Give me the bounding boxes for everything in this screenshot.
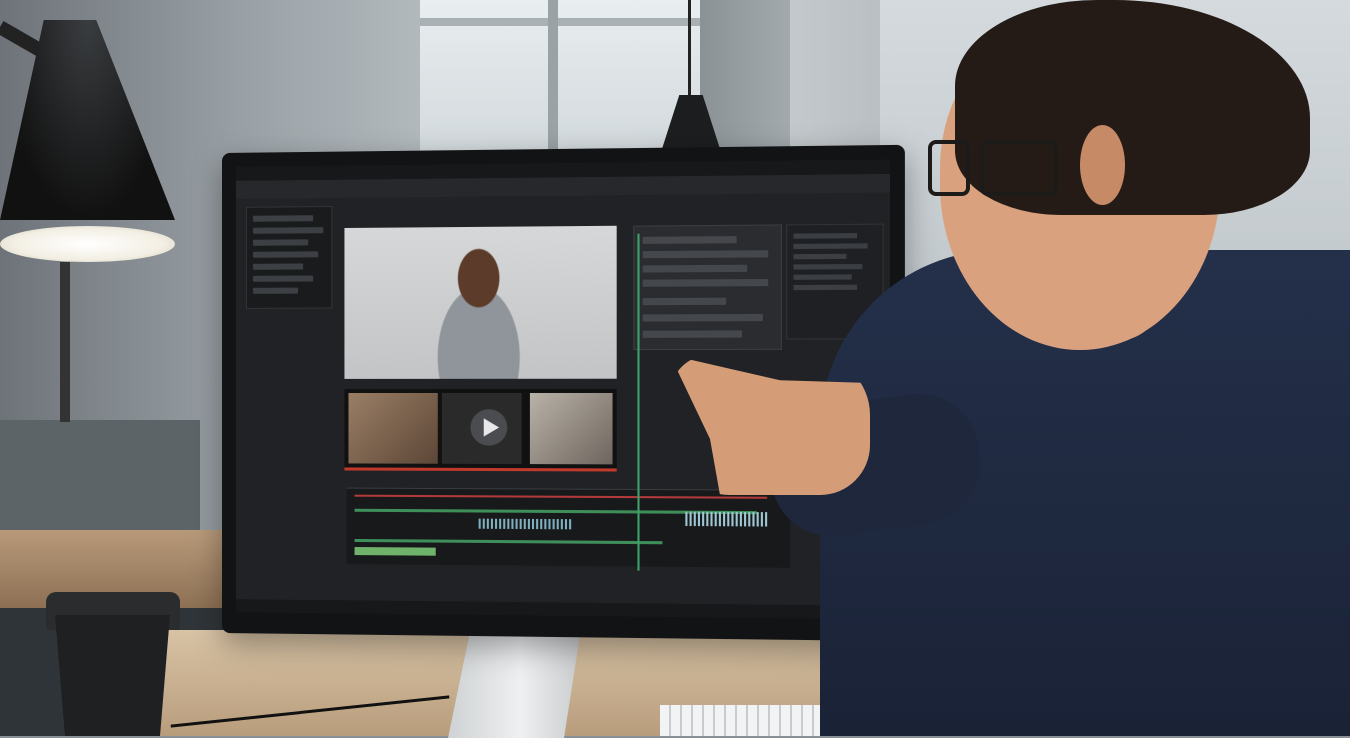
audio-waveform — [685, 511, 770, 527]
inspector-row — [642, 278, 769, 287]
audio-waveform — [478, 518, 572, 530]
timeline-track — [354, 494, 768, 499]
lamp-light — [0, 226, 175, 262]
list-item — [793, 264, 863, 270]
inspector-row — [642, 264, 748, 273]
list-item — [252, 287, 299, 294]
coffee-cup — [55, 615, 170, 736]
timeline-clip — [354, 547, 436, 556]
clip-thumbnail — [348, 393, 438, 464]
window-frame — [420, 18, 710, 26]
status-bar — [235, 599, 890, 620]
list-item — [252, 239, 309, 246]
inspector-row — [642, 236, 737, 244]
media-browser-panel — [245, 205, 333, 309]
pendant-cord — [688, 0, 691, 98]
list-item — [793, 274, 852, 280]
keyboard — [660, 705, 830, 736]
progress-line — [344, 467, 617, 472]
lamp-stem — [60, 262, 70, 422]
list-item — [793, 284, 858, 291]
list-item — [793, 243, 868, 250]
man-ear — [1080, 125, 1125, 205]
list-item — [252, 263, 304, 270]
timeline-track — [354, 538, 663, 545]
inspector-row — [642, 330, 742, 338]
play-icon — [483, 418, 500, 437]
clip-thumbnail — [529, 393, 613, 465]
shelf — [0, 420, 200, 540]
inspector-row — [642, 297, 727, 306]
list-item — [252, 215, 314, 222]
list-item — [793, 233, 858, 239]
glasses-lens — [980, 140, 1058, 196]
playhead — [637, 233, 640, 571]
list-item — [793, 253, 847, 260]
list-item — [252, 251, 319, 258]
inspector-row — [642, 250, 769, 259]
glasses-lens — [928, 140, 970, 196]
list-item — [252, 275, 314, 282]
inspector-panel — [633, 224, 782, 351]
glasses — [928, 140, 1078, 200]
list-item — [252, 227, 324, 234]
inspector-row — [642, 313, 763, 322]
video-subject — [407, 234, 551, 379]
